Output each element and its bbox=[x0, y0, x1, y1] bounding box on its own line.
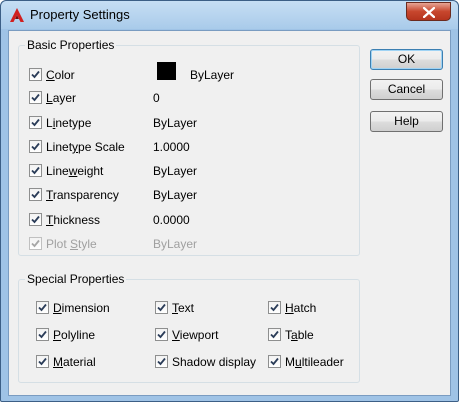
checkbox-label: Plot Style bbox=[46, 237, 97, 251]
basic-property-row[interactable]: Linetype Scale 1.0000 bbox=[29, 139, 349, 155]
special-properties-group: Special Properties Dimension Text Hatch Pol… bbox=[18, 272, 360, 383]
basic-property-row[interactable]: Color ByLayer bbox=[29, 62, 349, 83]
checkmark-icon bbox=[270, 357, 279, 366]
property-value: 0 bbox=[153, 91, 160, 105]
checkbox-label: Polyline bbox=[53, 328, 96, 342]
property-value: ByLayer bbox=[190, 68, 235, 82]
special-property-item[interactable]: Shadow display bbox=[155, 354, 265, 370]
basic-property-row[interactable]: Thickness 0.0000 bbox=[29, 212, 349, 228]
checkbox[interactable] bbox=[268, 301, 281, 314]
checkmark-icon bbox=[31, 70, 40, 79]
checkbox[interactable] bbox=[36, 355, 49, 368]
ok-button[interactable]: OK bbox=[370, 49, 443, 70]
checkbox-label: Layer bbox=[46, 91, 77, 105]
checkbox[interactable] bbox=[29, 68, 42, 81]
checkbox[interactable] bbox=[268, 355, 281, 368]
property-value: ByLayer bbox=[153, 237, 198, 251]
checkbox-label: Material bbox=[53, 355, 96, 369]
checkmark-icon bbox=[31, 118, 40, 127]
window-title: Property Settings bbox=[30, 7, 130, 22]
checkbox-label: Text bbox=[172, 301, 195, 315]
checkbox[interactable] bbox=[29, 213, 42, 226]
checkbox-label: Dimension bbox=[53, 301, 110, 315]
special-property-item[interactable]: Text bbox=[155, 300, 265, 316]
checkbox[interactable] bbox=[36, 328, 49, 341]
cancel-button[interactable]: Cancel bbox=[370, 79, 443, 100]
checkmark-icon bbox=[157, 303, 166, 312]
checkmark-icon bbox=[38, 330, 47, 339]
checkbox-label: Color bbox=[46, 68, 75, 82]
close-button[interactable] bbox=[406, 2, 451, 21]
checkbox[interactable] bbox=[29, 188, 42, 201]
checkbox[interactable] bbox=[155, 328, 168, 341]
property-value: ByLayer bbox=[153, 116, 198, 130]
checkbox-label: Linetype Scale bbox=[46, 140, 125, 154]
checkbox[interactable] bbox=[29, 91, 42, 104]
property-value: ByLayer bbox=[153, 164, 198, 178]
checkmark-icon bbox=[31, 166, 40, 175]
checkbox-label: Hatch bbox=[285, 301, 317, 315]
checkbox-label: Thickness bbox=[46, 213, 101, 227]
checkbox[interactable] bbox=[29, 140, 42, 153]
checkmark-icon bbox=[31, 93, 40, 102]
checkmark-icon bbox=[270, 303, 279, 312]
checkmark-icon bbox=[31, 215, 40, 224]
checkbox-label: Linetype bbox=[46, 116, 92, 130]
dialog-body: Basic Properties Color ByLayer Layer 0 Linet… bbox=[8, 30, 451, 396]
property-value: ByLayer bbox=[153, 188, 198, 202]
app-logo-icon bbox=[10, 8, 24, 22]
checkbox-label: Transparency bbox=[46, 188, 119, 202]
special-property-item[interactable]: Viewport bbox=[155, 327, 265, 343]
checkbox bbox=[29, 237, 42, 250]
special-property-item[interactable]: Polyline bbox=[36, 327, 146, 343]
basic-properties-title: Basic Properties bbox=[25, 38, 117, 52]
checkmark-icon bbox=[31, 190, 40, 199]
special-property-item[interactable]: Dimension bbox=[36, 300, 146, 316]
basic-property-row: Plot Style ByLayer bbox=[29, 236, 349, 252]
special-properties-title: Special Properties bbox=[25, 272, 127, 286]
color-swatch bbox=[157, 62, 176, 80]
basic-properties-group: Basic Properties Color ByLayer Layer 0 Linet… bbox=[18, 38, 360, 256]
basic-property-row[interactable]: Transparency ByLayer bbox=[29, 187, 349, 203]
checkbox[interactable] bbox=[29, 116, 42, 129]
special-property-item[interactable]: Multileader bbox=[268, 354, 378, 370]
special-property-item[interactable]: Hatch bbox=[268, 300, 378, 316]
checkmark-icon bbox=[270, 330, 279, 339]
property-settings-window: Property Settings Basic Properties Color… bbox=[0, 0, 459, 402]
special-property-item[interactable]: Table bbox=[268, 327, 378, 343]
help-button[interactable]: Help bbox=[370, 111, 443, 132]
checkbox-label: Viewport bbox=[172, 328, 219, 342]
basic-property-row[interactable]: Linetype ByLayer bbox=[29, 115, 349, 131]
checkbox[interactable] bbox=[155, 355, 168, 368]
property-value: 1.0000 bbox=[153, 140, 190, 154]
checkbox[interactable] bbox=[36, 301, 49, 314]
checkmark-icon bbox=[157, 330, 166, 339]
property-value: 0.0000 bbox=[153, 213, 190, 227]
checkbox[interactable] bbox=[29, 164, 42, 177]
special-property-item[interactable]: Material bbox=[36, 354, 146, 370]
basic-property-row[interactable]: Layer 0 bbox=[29, 90, 349, 106]
basic-property-row[interactable]: Lineweight ByLayer bbox=[29, 163, 349, 179]
close-icon bbox=[423, 7, 435, 18]
checkbox[interactable] bbox=[155, 301, 168, 314]
checkmark-icon bbox=[31, 239, 40, 248]
checkmark-icon bbox=[157, 357, 166, 366]
checkbox-label: Shadow display bbox=[172, 355, 257, 369]
checkbox-label: Table bbox=[285, 328, 314, 342]
title-bar[interactable]: Property Settings bbox=[1, 1, 458, 29]
checkmark-icon bbox=[31, 142, 40, 151]
checkbox[interactable] bbox=[268, 328, 281, 341]
checkbox-label: Lineweight bbox=[46, 164, 104, 178]
checkmark-icon bbox=[38, 357, 47, 366]
checkmark-icon bbox=[38, 303, 47, 312]
checkbox-label: Multileader bbox=[285, 355, 344, 369]
